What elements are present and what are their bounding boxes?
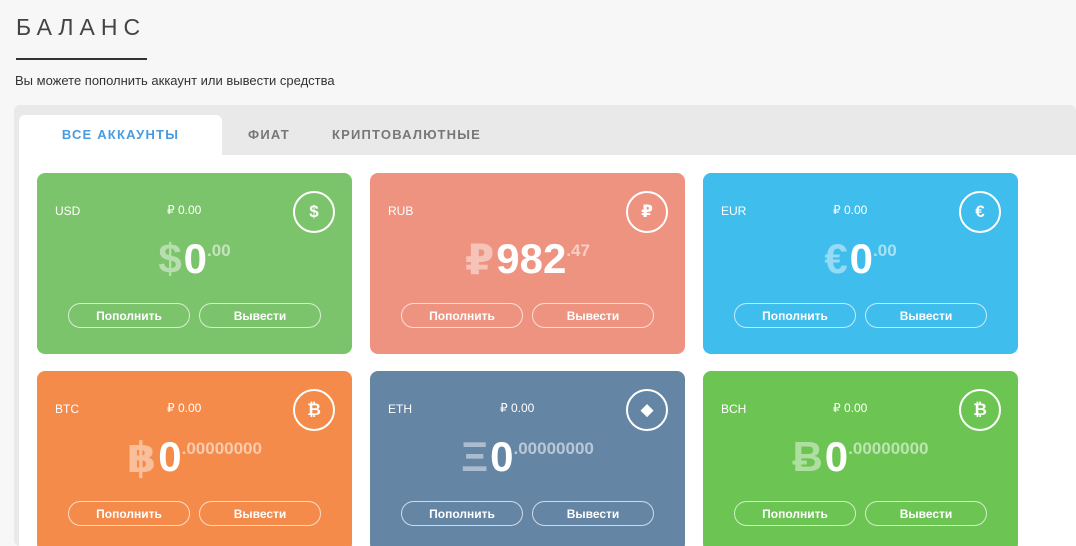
ruble-equivalent: ₽ 0.00 (833, 401, 868, 415)
page-title: БАЛАНС (16, 14, 147, 40)
balance-fraction: .00 (207, 241, 231, 260)
account-card-eth: ETH ₽ 0.00 ◆ Ξ0.00000000 Пополнить Вывес… (370, 371, 685, 546)
ethereum-icon: ◆ (626, 389, 668, 431)
currency-code: BTC (55, 402, 79, 416)
currency-symbol: $ (158, 235, 182, 282)
balance-fraction: .00000000 (848, 439, 929, 458)
balance-fraction: .00 (873, 241, 897, 260)
balance-integer: 0 (824, 433, 849, 480)
bitcoin-cash-icon: ₿ (959, 389, 1001, 431)
deposit-button[interactable]: Пополнить (68, 501, 190, 526)
balance-integer: 0 (849, 235, 874, 282)
deposit-button[interactable]: Пополнить (734, 303, 856, 328)
currency-symbol: ₽ (465, 236, 495, 283)
balance-amount: ฿0.00000000 (37, 433, 352, 482)
withdraw-button[interactable]: Вывести (199, 501, 321, 526)
balance-amount: ₽982.47 (370, 235, 685, 284)
currency-code: BCH (721, 402, 747, 416)
dollar-icon: $ (293, 191, 335, 233)
tab-all-accounts[interactable]: ВСЕ АККАУНТЫ (19, 115, 222, 155)
account-card-bch: BCH ₽ 0.00 ₿ Ƀ0.00000000 Пополнить Вывес… (703, 371, 1018, 546)
account-card-usd: USD ₽ 0.00 $ $0.00 Пополнить Вывести (37, 173, 352, 354)
deposit-button[interactable]: Пополнить (734, 501, 856, 526)
ruble-equivalent: ₽ 0.00 (500, 401, 535, 415)
balance-fraction: .00000000 (181, 439, 262, 458)
account-card-btc: BTC ₽ 0.00 ₿ ฿0.00000000 Пополнить Вывес… (37, 371, 352, 546)
balance-fraction: .47 (566, 241, 590, 260)
page-subtitle: Вы можете пополнить аккаунт или вывести … (15, 73, 335, 88)
balance-amount: Ƀ0.00000000 (703, 433, 1018, 481)
balance-amount: $0.00 (37, 235, 352, 283)
ruble-equivalent: ₽ 0.00 (833, 203, 868, 217)
withdraw-button[interactable]: Вывести (865, 303, 987, 328)
balance-integer: 0 (490, 433, 514, 480)
currency-symbol: Ƀ (792, 433, 823, 480)
withdraw-button[interactable]: Вывести (865, 501, 987, 526)
currency-symbol: € (824, 235, 848, 282)
balance-amount: €0.00 (703, 235, 1018, 283)
account-card-rub: RUB ₽ ₽982.47 Пополнить Вывести (370, 173, 685, 354)
balance-integer: 0 (183, 235, 208, 282)
ruble-equivalent: ₽ 0.00 (167, 203, 202, 217)
currency-code: EUR (721, 204, 747, 218)
currency-symbol: ฿ (127, 434, 157, 481)
euro-icon: € (959, 191, 1001, 233)
balance-integer: 982 (496, 235, 567, 282)
bitcoin-icon: ₿ (293, 389, 335, 431)
balance-amount: Ξ0.00000000 (370, 433, 685, 481)
title-underline (16, 58, 147, 60)
deposit-button[interactable]: Пополнить (401, 501, 523, 526)
currency-symbol: Ξ (461, 433, 489, 480)
withdraw-button[interactable]: Вывести (199, 303, 321, 328)
balance-fraction: .00000000 (513, 439, 594, 458)
currency-code: RUB (388, 204, 414, 218)
currency-code: ETH (388, 402, 412, 416)
deposit-button[interactable]: Пополнить (68, 303, 190, 328)
withdraw-button[interactable]: Вывести (532, 303, 654, 328)
account-card-eur: EUR ₽ 0.00 € €0.00 Пополнить Вывести (703, 173, 1018, 354)
ruble-icon: ₽ (626, 191, 668, 233)
currency-code: USD (55, 204, 81, 218)
withdraw-button[interactable]: Вывести (532, 501, 654, 526)
tab-crypto[interactable]: КРИПТОВАЛЮТНЫЕ (324, 115, 489, 155)
deposit-button[interactable]: Пополнить (401, 303, 523, 328)
ruble-equivalent: ₽ 0.00 (167, 401, 202, 415)
tab-fiat[interactable]: ФИАТ (234, 115, 304, 155)
balance-integer: 0 (158, 433, 182, 480)
